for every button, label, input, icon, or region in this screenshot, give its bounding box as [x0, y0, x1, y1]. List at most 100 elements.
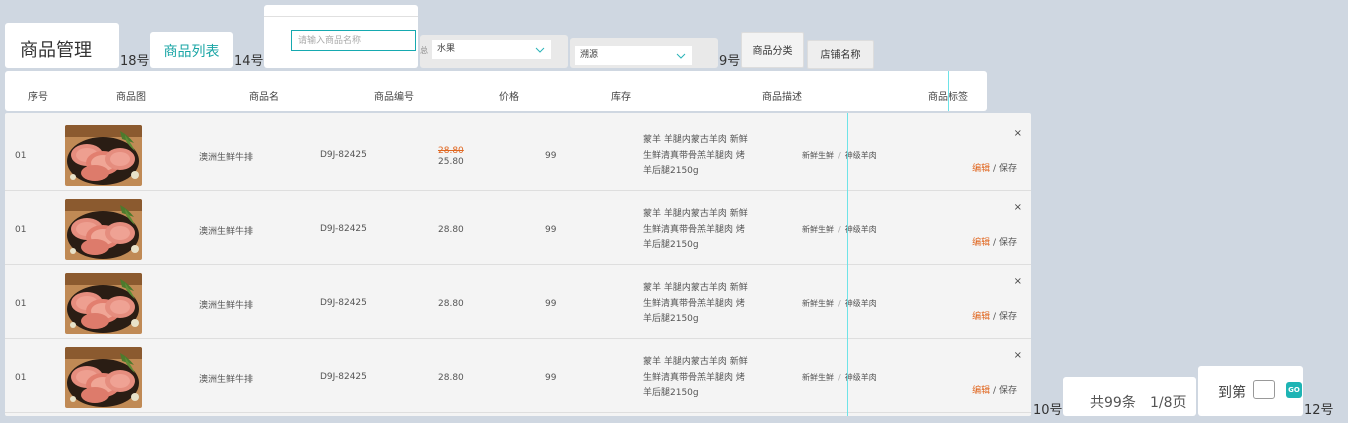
- close-icon[interactable]: ×: [1014, 128, 1022, 139]
- category-select-card: 总 水果: [420, 35, 568, 68]
- description-line: 羊后腿2150g: [643, 166, 699, 176]
- tag-separator: /: [838, 151, 841, 160]
- save-link[interactable]: 保存: [999, 164, 1017, 174]
- product-description: 蒙羊 羊腿内蒙古羊肉 新鲜 生鲜清真带骨羔羊腿肉 烤 羊后腿2150g: [643, 355, 755, 402]
- row-index: 01: [15, 151, 27, 161]
- product-description: 蒙羊 羊腿内蒙古羊肉 新鲜 生鲜清真带骨羔羊腿肉 烤 羊后腿2150g: [643, 133, 755, 180]
- product-code: D9J-82425: [320, 298, 367, 308]
- price: 28.80: [438, 225, 464, 235]
- description-line: 生鲜清真带骨羔羊腿肉 烤: [643, 298, 745, 309]
- stock: 99: [545, 151, 557, 161]
- save-link[interactable]: 保存: [999, 238, 1017, 248]
- select-mark: 总: [420, 46, 428, 55]
- product-description: 蒙羊 羊腿内蒙古羊肉 新鲜 生鲜清真带骨羔羊腿肉 烤 羊后腿2150g: [643, 207, 755, 254]
- tag[interactable]: 新鲜生鲜: [802, 225, 834, 234]
- edit-link[interactable]: 编辑: [972, 386, 990, 396]
- goto-page-input[interactable]: [1253, 380, 1275, 399]
- price: 28.80: [438, 373, 464, 383]
- size-note-12: 12号: [1304, 403, 1334, 418]
- description-line: 生鲜清真带骨羔羊腿肉 烤: [643, 150, 745, 161]
- product-name: 澳洲生鲜牛排: [199, 301, 254, 311]
- origin-select-value: 溯源: [580, 50, 599, 60]
- table-row: 01 澳洲生鲜牛排 D9J-82425 28.80 99 蒙羊 羊腿内蒙古羊肉 …: [5, 266, 1031, 339]
- category-select-value: 水果: [437, 44, 456, 54]
- tag[interactable]: 神级羊肉: [845, 225, 877, 234]
- product-image: [65, 199, 142, 260]
- column-header: 价格: [499, 92, 519, 103]
- close-icon[interactable]: ×: [1014, 276, 1022, 287]
- search-panel: [264, 5, 418, 68]
- description-line: 蒙羊 羊腿内蒙古羊肉 新鲜: [643, 135, 748, 145]
- column-header: 序号: [28, 92, 48, 103]
- row-index: 01: [15, 225, 27, 235]
- action-separator: /: [990, 312, 999, 322]
- table-row: 01 澳洲生鲜牛排 D9J-82425 28.80 25.80 99 蒙羊 羊腿…: [5, 118, 1031, 191]
- price: 28.80: [438, 299, 464, 309]
- tab-label: 商品列表: [163, 44, 220, 60]
- tag[interactable]: 神级羊肉: [845, 299, 877, 308]
- origin-select[interactable]: 溯源: [575, 46, 692, 65]
- close-icon[interactable]: ×: [1014, 350, 1022, 361]
- search-input[interactable]: [291, 30, 416, 51]
- goto-label: 到第: [1218, 385, 1246, 401]
- product-table: 01 澳洲生鲜牛排 D9J-82425 28.80 25.80 99 蒙羊 羊腿…: [5, 113, 1031, 416]
- total-count: 共99条: [1090, 395, 1136, 411]
- product-code: D9J-82425: [320, 150, 367, 160]
- edit-link[interactable]: 编辑: [972, 164, 990, 174]
- price: 25.80: [438, 157, 464, 167]
- row-actions: 编辑 / 保存: [955, 373, 1017, 406]
- go-button[interactable]: GO: [1286, 382, 1302, 398]
- size-note-18: 18号: [120, 54, 150, 69]
- row-actions: 编辑 / 保存: [955, 225, 1017, 258]
- product-name: 澳洲生鲜牛排: [199, 227, 254, 237]
- category-button[interactable]: 商品分类: [741, 32, 804, 68]
- product-image: [65, 347, 142, 408]
- stock: 99: [545, 373, 557, 383]
- product-name: 澳洲生鲜牛排: [199, 153, 254, 163]
- description-line: 羊后腿2150g: [643, 240, 699, 250]
- column-header: 库存: [611, 92, 631, 103]
- description-line: 蒙羊 羊腿内蒙古羊肉 新鲜: [643, 283, 748, 293]
- tag[interactable]: 新鲜生鲜: [802, 151, 834, 160]
- table-header: 序号 商品图 商品名 商品编号 价格 库存 商品描述 商品标签: [5, 71, 987, 111]
- table-row: 01 澳洲生鲜牛排 D9J-82425 28.80 99 蒙羊 羊腿内蒙古羊肉 …: [5, 192, 1031, 265]
- size-note-10: 10号: [1033, 403, 1063, 418]
- tab-product-list[interactable]: 商品列表: [150, 32, 233, 68]
- chevron-down-icon: [535, 43, 545, 62]
- description-line: 羊后腿2150g: [643, 388, 699, 398]
- description-line: 蒙羊 羊腿内蒙古羊肉 新鲜: [643, 209, 748, 219]
- tag[interactable]: 神级羊肉: [845, 373, 877, 382]
- edit-link[interactable]: 编辑: [972, 238, 990, 248]
- row-index: 01: [15, 299, 27, 309]
- tag[interactable]: 新鲜生鲜: [802, 373, 834, 382]
- product-code: D9J-82425: [320, 372, 367, 382]
- action-separator: /: [990, 238, 999, 248]
- category-select[interactable]: 水果: [432, 40, 551, 59]
- product-tags: 新鲜生鲜 / 神级羊肉: [802, 298, 877, 309]
- stock: 99: [545, 299, 557, 309]
- tag[interactable]: 神级羊肉: [845, 151, 877, 160]
- product-image: [65, 125, 142, 186]
- chevron-down-icon: [676, 49, 686, 68]
- product-tags: 新鲜生鲜 / 神级羊肉: [802, 224, 877, 235]
- save-link[interactable]: 保存: [999, 386, 1017, 396]
- row-index: 01: [15, 373, 27, 383]
- origin-select-card: 溯源: [570, 38, 718, 68]
- edit-link[interactable]: 编辑: [972, 312, 990, 322]
- product-tags: 新鲜生鲜 / 神级羊肉: [802, 150, 877, 161]
- row-actions: 编辑 / 保存: [955, 299, 1017, 332]
- store-button[interactable]: 店铺名称: [807, 40, 874, 69]
- save-link[interactable]: 保存: [999, 312, 1017, 322]
- description-line: 生鲜清真带骨羔羊腿肉 烤: [643, 372, 745, 383]
- tag[interactable]: 新鲜生鲜: [802, 299, 834, 308]
- description-line: 生鲜清真带骨羔羊腿肉 烤: [643, 224, 745, 235]
- size-note-14: 14号: [234, 54, 264, 69]
- product-description: 蒙羊 羊腿内蒙古羊肉 新鲜 生鲜清真带骨羔羊腿肉 烤 羊后腿2150g: [643, 281, 755, 328]
- page-title-card: 商品管理: [5, 23, 119, 68]
- original-price: 28.80: [438, 146, 464, 156]
- table-row: 01 澳洲生鲜牛排 D9J-82425 28.80 99 蒙羊 羊腿内蒙古羊肉 …: [5, 340, 1031, 413]
- close-icon[interactable]: ×: [1014, 202, 1022, 213]
- action-separator: /: [990, 164, 999, 174]
- guide-line: [948, 71, 949, 111]
- row-actions: 编辑 / 保存: [955, 151, 1017, 184]
